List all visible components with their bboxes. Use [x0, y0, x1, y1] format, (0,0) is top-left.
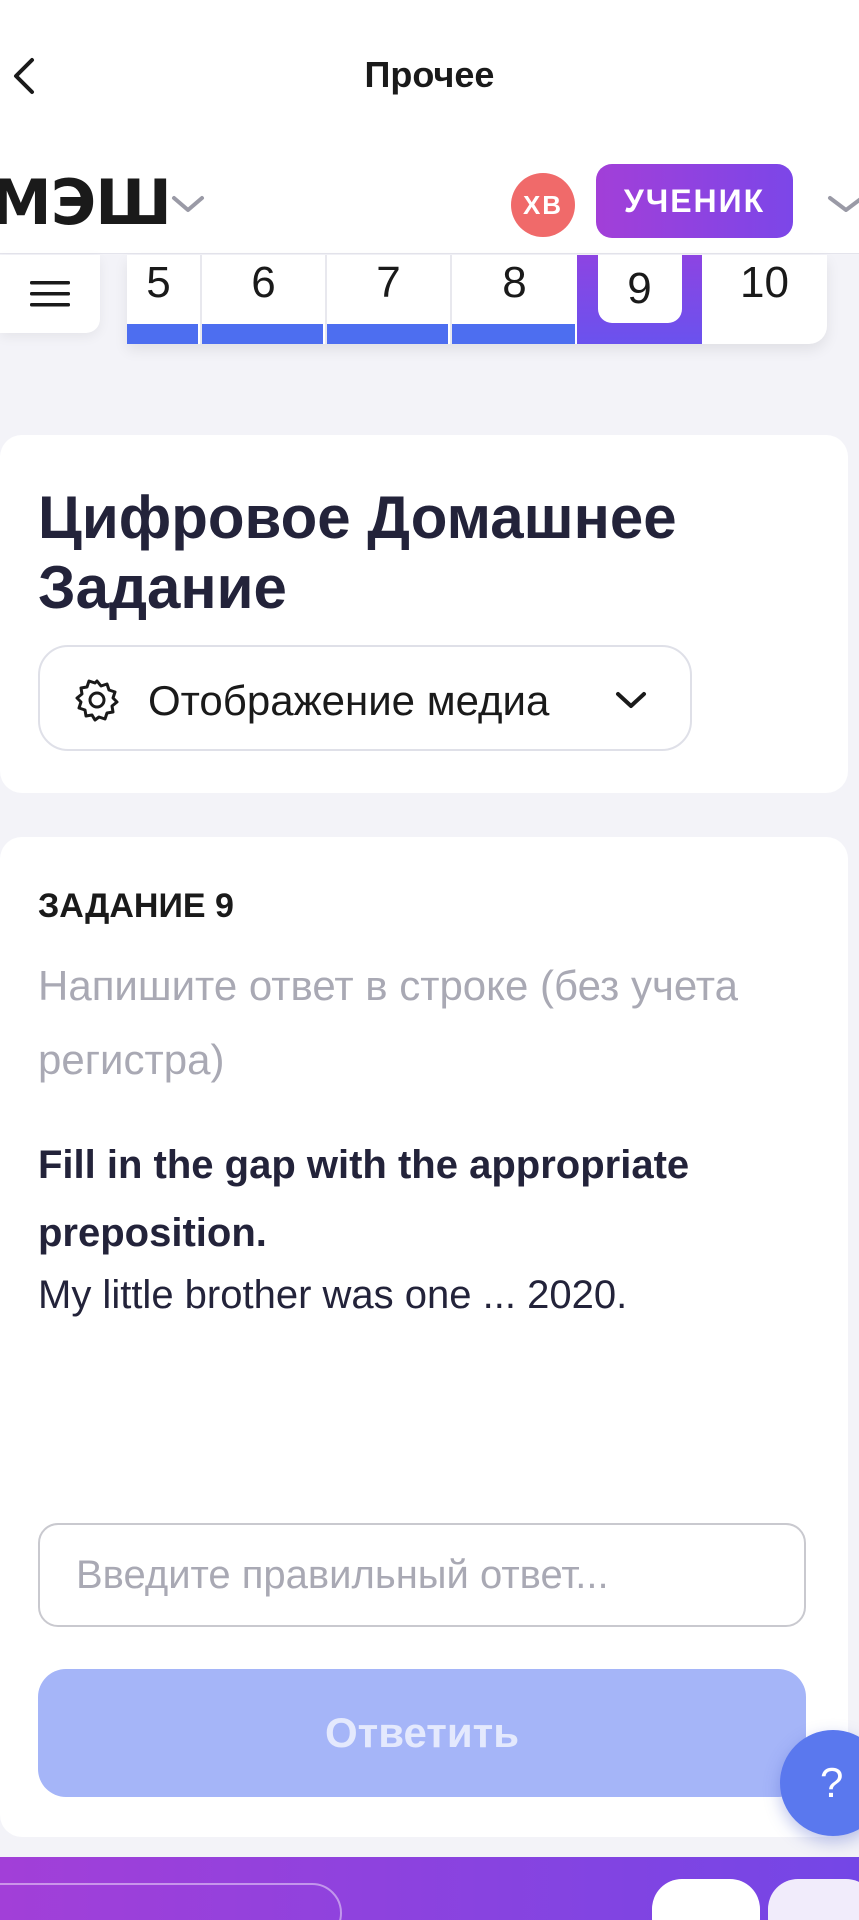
task-hint: Напишите ответ в строке (без учета регис…: [38, 962, 738, 1083]
task-sentence: My little brother was one ... 2020.: [38, 1273, 628, 1317]
task-instruction: Fill in the gap with the appropriate pre…: [38, 1143, 690, 1255]
media-select-label: Отображение медиа: [148, 677, 550, 724]
bottom-input-field[interactable]: [0, 1883, 342, 1920]
user-avatar[interactable]: ХВ: [511, 173, 575, 237]
task-card: ЗАДАНИЕ 9 Напишите ответ в строке (без у…: [0, 837, 848, 1837]
chevron-down-icon[interactable]: [170, 192, 206, 216]
gear-icon: [75, 679, 119, 722]
task-tab-6[interactable]: 6: [202, 255, 327, 344]
media-display-select[interactable]: Отображение медиа: [38, 645, 692, 751]
hamburger-menu-icon: [30, 281, 70, 307]
task-tab-10[interactable]: 10: [702, 255, 827, 344]
task-tab-5[interactable]: 5: [127, 255, 202, 344]
role-badge[interactable]: УЧЕНИК: [596, 164, 793, 238]
task-tab-9[interactable]: 9: [577, 255, 702, 344]
bottom-action-button[interactable]: [652, 1879, 760, 1920]
task-tabs: 5 6 7 8 9 10: [127, 255, 827, 344]
chevron-down-icon[interactable]: [826, 192, 859, 216]
task-number-label: ЗАДАНИЕ 9: [38, 887, 234, 925]
submit-answer-button[interactable]: Ответить: [38, 1669, 806, 1797]
chevron-down-icon: [616, 692, 646, 708]
menu-button[interactable]: [0, 255, 100, 333]
homework-title: Цифровое Домашнее Задание: [38, 484, 677, 621]
task-navigation: 5 6 7 8 9 10: [0, 255, 859, 355]
bottom-bar: [0, 1857, 859, 1920]
page-title: Прочее: [364, 54, 495, 95]
task-tab-8[interactable]: 8: [452, 255, 577, 344]
homework-card: Цифровое Домашнее Задание Отображение ме…: [0, 435, 848, 793]
task-tab-7[interactable]: 7: [327, 255, 452, 344]
bottom-secondary-button[interactable]: [768, 1879, 859, 1920]
answer-input[interactable]: [38, 1523, 806, 1627]
app-header: МЭШ ХВ УЧЕНИК: [0, 150, 859, 254]
help-icon: ?: [820, 1759, 844, 1806]
app-logo[interactable]: МЭШ: [0, 166, 172, 239]
top-bar: Прочее: [0, 0, 859, 150]
